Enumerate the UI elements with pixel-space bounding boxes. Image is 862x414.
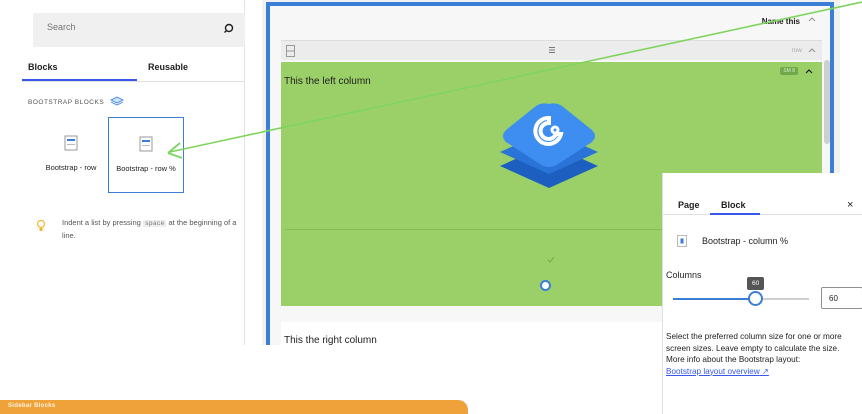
block-icon [64,135,78,151]
tab-reusable[interactable]: Reusable [148,62,188,72]
chevron-up-icon[interactable] [805,68,813,74]
right-column-text[interactable]: This the right column [284,335,377,346]
tab-block[interactable]: Block [721,200,746,210]
group-name[interactable]: Name this [762,17,800,26]
inserter-tabs: Blocks Reusable [22,62,245,82]
layout-overview-link[interactable]: Bootstrap layout overview ↗ [666,367,769,376]
column-resize-handle[interactable] [540,280,551,291]
block-card: Bootstrap - column % [677,235,788,247]
row-icon [286,45,295,57]
block-bootstrap-row-percent[interactable]: Bootstrap - row % [108,117,184,193]
bootstrap-logo-icon [500,103,598,188]
chevron-up-icon[interactable] [808,47,816,53]
left-column-text[interactable]: This the left column [284,76,371,87]
drag-handle-icon[interactable] [549,47,555,53]
slider-tooltip: 60 [747,277,765,290]
row-block-header[interactable]: row [281,40,822,60]
row-label: row [791,47,802,54]
columns-label: Columns [666,270,702,280]
block-label: Bootstrap - row % [116,164,176,173]
lightbulb-icon [36,219,46,231]
block-label: Bootstrap - row [45,163,97,172]
banner-label: Sidebar Blocks [8,403,56,409]
columns-help-text: Select the preferred column size for one… [666,331,862,377]
bottom-banner: Sidebar Blocks [0,400,468,414]
help-more-info: More info about the Bootstrap layout: [666,355,801,364]
link-label[interactable]: Bootstrap layout overview [666,367,760,376]
search-box[interactable] [33,13,245,47]
block-settings-sidebar: Page Block × Bootstrap - column % Column… [662,173,862,414]
search-icon[interactable] [223,22,237,36]
columns-number-input[interactable] [821,287,862,309]
tip-text-pre: Indent a list by pressing [62,218,141,227]
columns-slider-track[interactable] [673,298,809,300]
category-label: BOOTSTRAP BLOCKS [28,98,105,106]
columns-slider-thumb[interactable] [748,291,763,306]
tab-page[interactable]: Page [678,200,700,210]
external-link-icon: ↗ [762,366,769,376]
block-inserter-panel: Blocks Reusable BOOTSTRAP BLOCKS Bootstr… [0,0,245,345]
block-icon [139,136,153,152]
block-category-header: BOOTSTRAP BLOCKS [28,96,125,108]
block-title: Bootstrap - column % [702,236,789,246]
help-description: Select the preferred column size for one… [666,332,842,353]
check-icon [547,256,555,263]
block-bootstrap-row[interactable]: Bootstrap - row [33,117,109,193]
tip-text: Indent a list by pressing space at the b… [62,217,242,242]
tip-key: space [142,220,167,227]
bootstrap-stack-icon [110,96,125,106]
block-icon [677,235,687,247]
editor-scrollbar[interactable] [824,60,830,144]
columns-slider-fill [673,298,755,300]
search-input[interactable] [47,22,197,32]
column-size-badge: SM 8 [780,67,798,75]
active-tab-indicator [710,213,760,215]
group-toolbar: Name this [285,12,822,34]
chevron-up-icon[interactable] [808,16,816,22]
tab-blocks[interactable]: Blocks [28,62,58,72]
close-icon[interactable]: × [847,199,853,211]
active-tab-indicator [22,79,137,81]
sidebar-tabs: Page Block × [663,173,862,215]
